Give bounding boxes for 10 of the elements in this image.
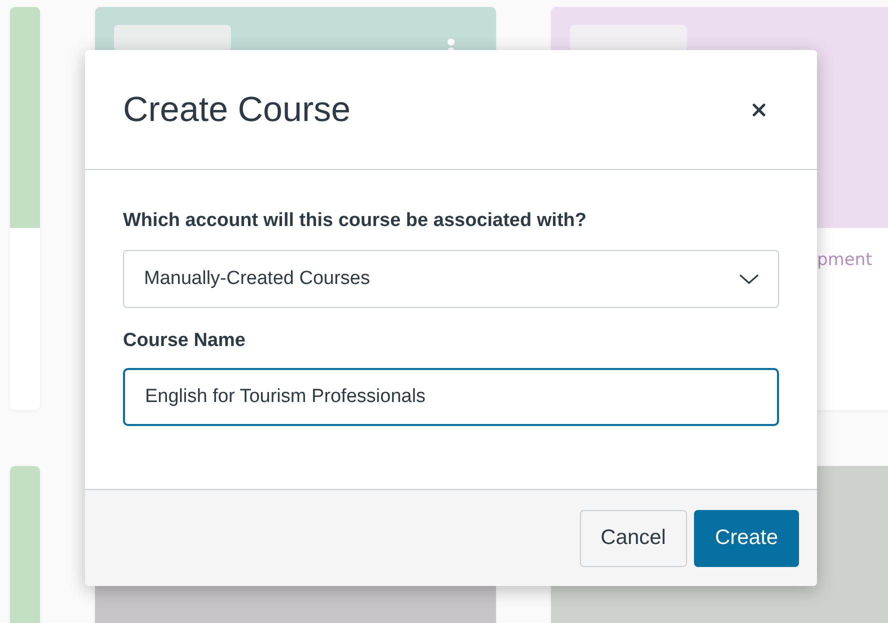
cancel-button[interactable]: Cancel: [580, 510, 687, 566]
course-name-input[interactable]: English for Tourism Professionals: [123, 368, 779, 426]
close-icon[interactable]: [751, 102, 767, 118]
create-button[interactable]: Create: [694, 510, 799, 566]
card-subtitle: pment: [817, 250, 872, 270]
field-label: Course Name: [123, 330, 246, 352]
chevron-down-icon: [738, 273, 760, 285]
account-select[interactable]: Manually-Created Courses: [123, 250, 779, 308]
dialog-title: Create Course: [123, 90, 351, 130]
field-label: Which account will this course be associated with?: [123, 210, 588, 232]
